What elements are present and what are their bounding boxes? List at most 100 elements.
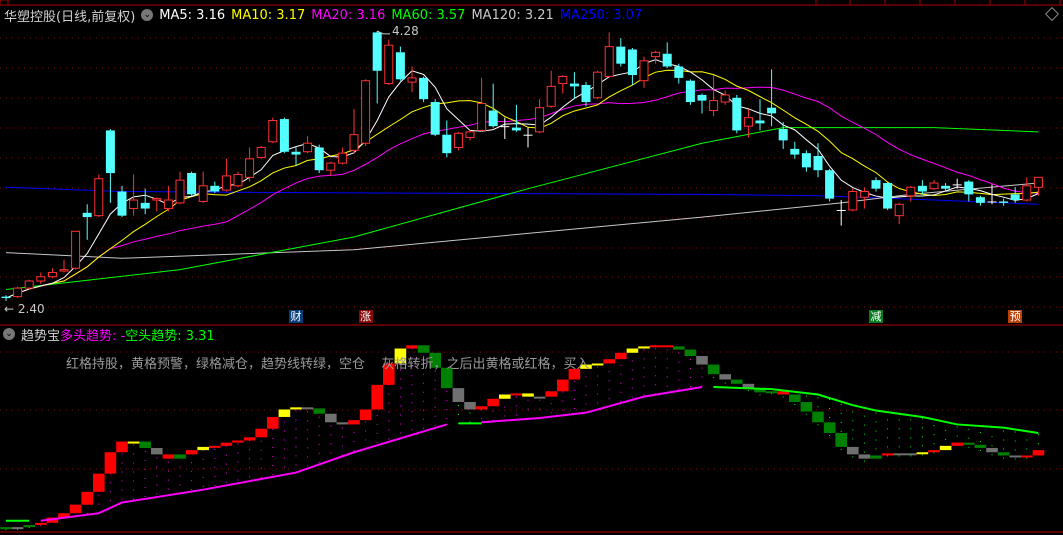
trend-block	[545, 391, 557, 397]
event-marker[interactable]: 涨	[358, 310, 373, 323]
candle-body-up	[268, 119, 278, 143]
candle-body-down	[372, 32, 382, 71]
candle-body-down	[685, 80, 695, 103]
trend-block	[870, 455, 882, 459]
candle-body-up	[349, 134, 359, 151]
candle-body-up	[175, 179, 185, 204]
stock-title: 华塑控股(日线,前复权)	[4, 9, 136, 25]
candle-body-up	[24, 280, 34, 289]
candle-body-up	[245, 158, 255, 178]
trend-block	[591, 363, 604, 366]
candle-body-down	[279, 119, 289, 152]
candle-body-up	[546, 85, 556, 107]
trend-block	[290, 407, 302, 410]
candle-body-down	[627, 49, 637, 76]
ma-legend-item: MA5: 3.16	[159, 7, 226, 23]
trend-block	[533, 396, 546, 399]
trend-block	[371, 384, 383, 410]
candle-body-up	[894, 203, 904, 217]
candle-body-down	[825, 170, 835, 199]
candle-body-up	[465, 131, 475, 139]
trend-block	[174, 454, 186, 459]
candle-body-down	[500, 126, 510, 128]
trend-block	[151, 447, 163, 455]
candle-body-down	[790, 148, 800, 155]
candle-body-up	[326, 162, 336, 171]
candle-body-up	[477, 102, 487, 131]
trend-block	[905, 453, 917, 456]
ma-legend-item: MA10: 3.17	[231, 7, 306, 23]
candle-body-down	[999, 201, 1009, 203]
candle-body-up	[163, 199, 173, 210]
candle-body-down	[117, 191, 127, 216]
candle-body-up	[198, 185, 208, 202]
candle-body-up	[1033, 176, 1043, 188]
candle-body-up	[129, 199, 139, 210]
trend-block	[278, 409, 291, 417]
candle-body-down	[662, 53, 672, 67]
trend-block	[243, 437, 256, 441]
trend-block	[197, 446, 209, 451]
candle-body-down	[187, 173, 197, 195]
trend-block	[1009, 455, 1021, 458]
trend-block	[823, 422, 836, 433]
event-marker[interactable]: 预	[1008, 310, 1023, 323]
candle-body-down	[767, 107, 777, 114]
candle-body-down	[755, 120, 765, 124]
trend-block	[615, 352, 627, 360]
candle-body-down	[442, 134, 452, 154]
candle-body-up	[535, 107, 545, 133]
candle-body-down	[697, 94, 707, 101]
trend-block	[487, 398, 499, 407]
collapse-chevron-icon[interactable]: ⌄	[141, 9, 154, 21]
trend-block	[696, 355, 708, 365]
candle-body-up	[221, 175, 231, 191]
chart-canvas	[0, 0, 1063, 533]
trend-block	[731, 379, 743, 384]
ma-legend-item: MA250: 3.07	[559, 7, 643, 23]
event-marker[interactable]: 减	[869, 310, 883, 323]
trend-block	[847, 446, 859, 455]
candle-body-up	[709, 100, 719, 112]
candle-body-up	[13, 287, 23, 298]
candle-body-down	[511, 127, 521, 131]
candle-body-up	[384, 44, 394, 85]
trend-block	[464, 401, 476, 410]
trend-block	[557, 379, 569, 392]
candle-body-down	[871, 180, 881, 189]
candle-body-down	[395, 52, 405, 80]
candle-body-up	[47, 271, 57, 278]
candle-body-up	[59, 269, 69, 272]
candle-body-up	[929, 182, 939, 190]
candle-body-down	[581, 84, 591, 103]
candle-body-up	[361, 80, 371, 144]
trend-block	[1032, 450, 1045, 456]
high-price-label: 4.28	[392, 24, 419, 38]
trend-block	[858, 454, 871, 459]
candle-body-down	[488, 110, 498, 127]
indicator-name[interactable]: 趋势宝	[21, 325, 60, 344]
trend-block	[127, 441, 140, 444]
trend-block	[11, 527, 24, 530]
trend-block	[301, 407, 314, 410]
candle-body-down	[987, 201, 997, 203]
ma-legend-item: MA20: 3.16	[311, 7, 386, 23]
trend-block	[939, 445, 952, 451]
candle-body-down	[523, 134, 533, 136]
candle-body-up	[36, 276, 46, 282]
candle-body-down	[1010, 194, 1020, 201]
trend-block	[719, 374, 731, 380]
candle-body-down	[140, 202, 150, 209]
candle-body-down	[82, 212, 92, 218]
candle-body-up	[859, 191, 869, 198]
trend-block	[116, 441, 128, 453]
event-marker[interactable]: 财	[289, 310, 303, 323]
trend-block	[209, 445, 221, 448]
candle-body-up	[71, 230, 81, 269]
candle-body-down	[674, 66, 684, 78]
indicator-collapse-chevron-icon[interactable]: ⌄	[3, 328, 15, 340]
trend-block	[313, 408, 325, 414]
candle-body-up	[233, 173, 243, 187]
trend-block	[162, 454, 175, 459]
low-price-value: 2.40	[17, 302, 45, 316]
